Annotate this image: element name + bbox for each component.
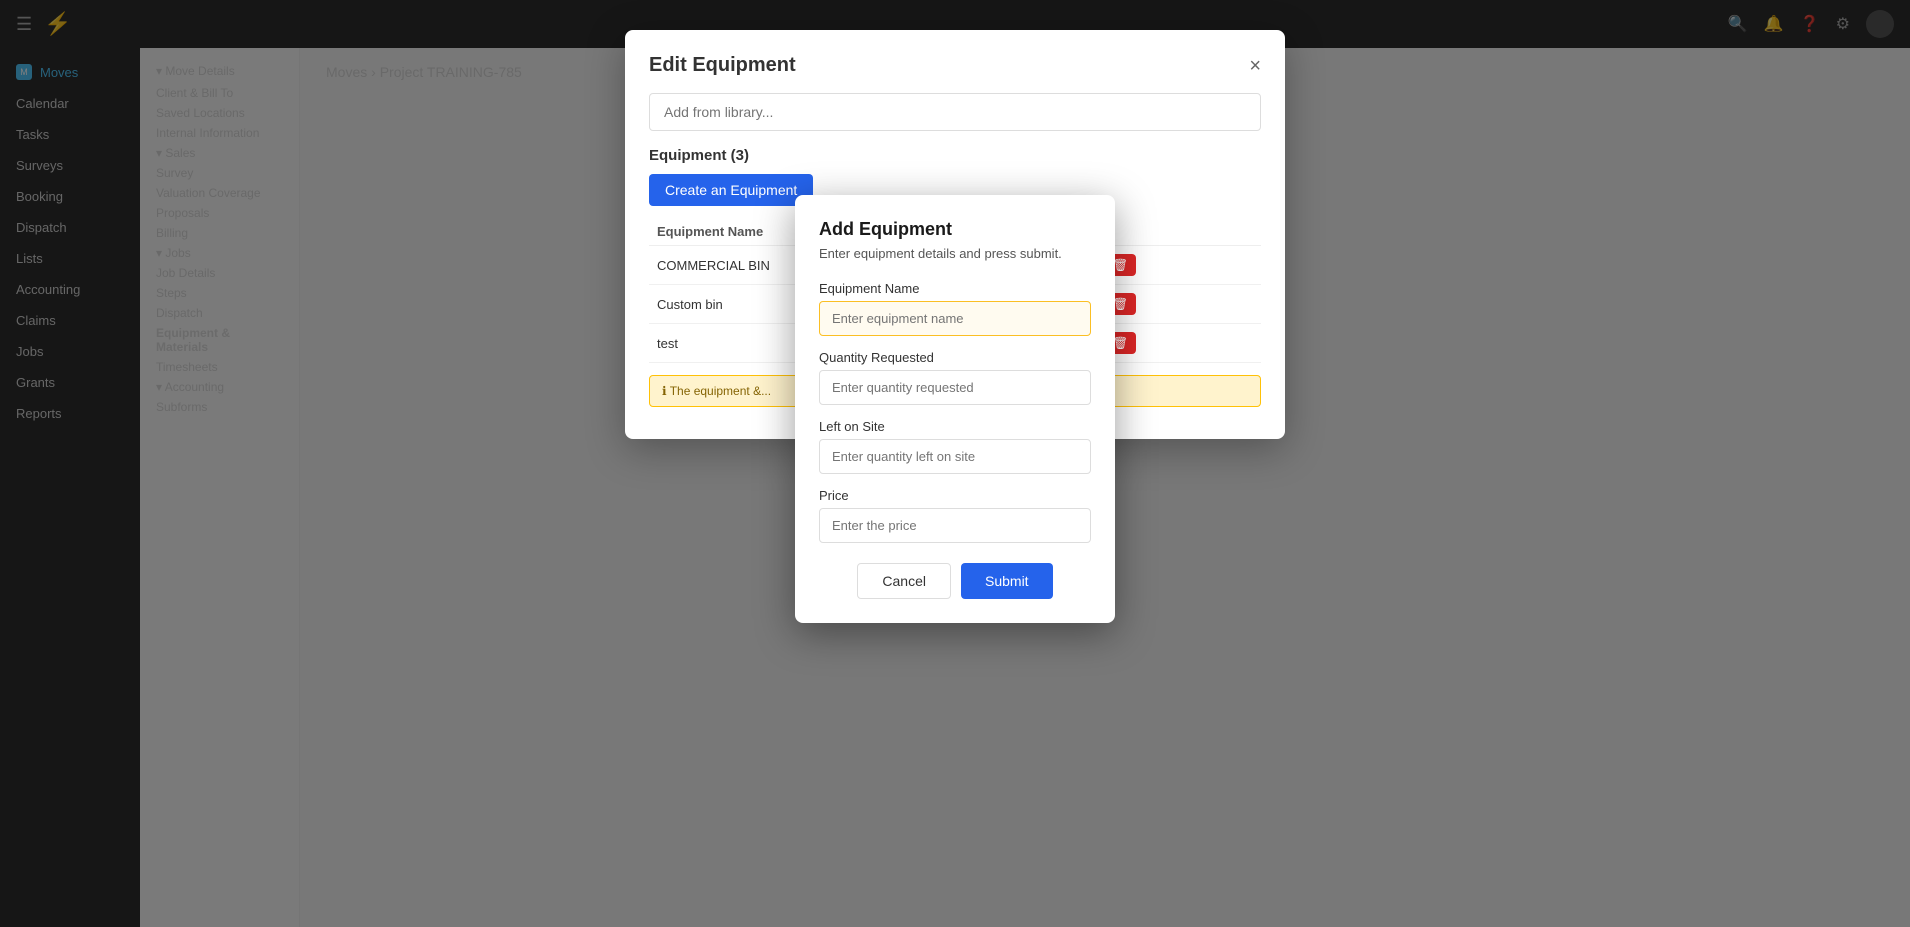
equipment-name-input[interactable] [819,301,1091,336]
add-modal-actions: Cancel Submit [819,563,1091,599]
create-equipment-button[interactable]: Create an Equipment [649,174,813,206]
add-modal-title: Add Equipment [819,219,1091,240]
left-on-site-label: Left on Site [819,419,1091,434]
submit-button[interactable]: Submit [961,563,1053,599]
quantity-requested-field-group: Quantity Requested [819,350,1091,405]
info-icon: ℹ [662,384,667,398]
left-on-site-input[interactable] [819,439,1091,474]
price-label: Price [819,488,1091,503]
edit-modal-header: Edit Equipment × [649,54,1261,77]
equipment-name-label: Equipment Name [819,281,1091,296]
delete-cell: 🗑 [1097,324,1261,363]
edit-modal-title: Edit Equipment [649,54,796,77]
quantity-requested-label: Quantity Requested [819,350,1091,365]
left-on-site-field-group: Left on Site [819,419,1091,474]
edit-modal-close-button[interactable]: × [1249,56,1261,76]
price-field-group: Price [819,488,1091,543]
quantity-requested-input[interactable] [819,370,1091,405]
cancel-button[interactable]: Cancel [857,563,951,599]
delete-cell: 🗑 [1097,246,1261,285]
price-input[interactable] [819,508,1091,543]
actions-col-header [1097,218,1261,246]
delete-cell: 🗑 [1097,285,1261,324]
equipment-name-field-group: Equipment Name [819,281,1091,336]
library-search-input[interactable] [649,93,1261,131]
equipment-section-title: Equipment (3) [649,147,1261,164]
add-modal-subtitle: Enter equipment details and press submit… [819,246,1091,261]
add-equipment-modal: Add Equipment Enter equipment details an… [795,195,1115,623]
